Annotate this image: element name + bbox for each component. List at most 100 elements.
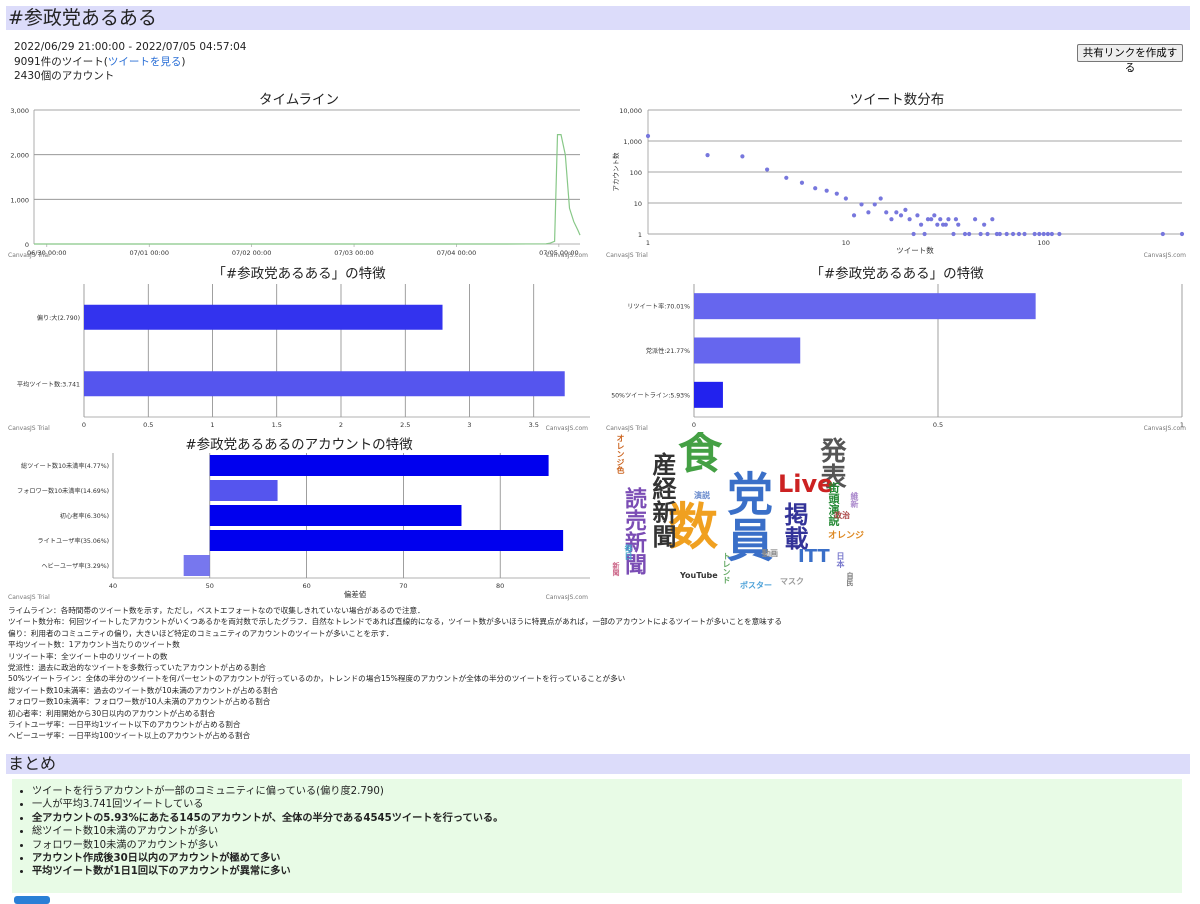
summary-item: 総ツイート数10未満のアカウントが多い [32,825,1182,838]
x-tick-label: 07/01 00:00 [129,249,169,257]
data-point [922,231,927,237]
features2-svg: 0 0.5 1リツイート率:70.01%党派性:21.77%50%ツイートライン:5… [611,284,1184,429]
description-line: 50%ツイートライン：全体の半分のツイートを何パーセントのアカウントが行っている… [8,674,626,684]
category-label: ライトユーザ率(35.06%) [37,537,109,545]
category-label: 平均ツイート数:3.741 [17,380,80,388]
data-point [894,210,899,215]
data-point [834,191,839,196]
description-line: ライトユーザ率：一日平均1ツイート以下のアカウントが占める割合 [8,720,241,730]
bar [209,530,564,551]
description-line: ライムライン：各時間帯のツイート数を示す，ただし，ベストエフォートなので収集しき… [8,606,425,615]
x-tick-label: 0.5 [933,421,943,429]
chart-descriptions: ライムライン：各時間帯のツイート数を示す，ただし，ベストエフォートなので収集しき… [8,605,1108,742]
data-point [915,213,920,218]
x-tick-label: 10 [842,239,850,247]
data-point [884,210,889,215]
x-tick-label: 07/04 00:00 [437,249,477,257]
data-point [953,217,959,222]
data-point [918,222,924,227]
word-cloud-word: 日本 [836,552,845,568]
x-tick-label: 2.5 [400,421,410,429]
data-point [932,213,937,218]
x-tick-label: 2 [339,421,343,429]
bar [694,381,723,408]
x-tick-label: 3 [467,421,471,429]
brand-label: CanvasJS.com [1143,252,1186,259]
word-cloud-word: 毎日 [624,544,633,560]
data-point [705,153,710,158]
data-point [1160,231,1165,237]
summary-item: 全アカウントの5.93%にあたる145のアカウントが、全体の半分である4545ツ… [32,812,1182,825]
account-count: 2430個のアカウント [14,70,115,82]
x-tick-label: 60 [302,582,310,590]
word-cloud-word: Live [778,470,834,498]
data-point [907,217,912,222]
x-tick-label: 50 [206,582,214,590]
summary-box: ツイートを行うアカウントが一部のコミュニティに偏っている(偏り度2.790)一人… [12,779,1182,893]
create-share-link-button[interactable]: 共有リンクを作成する [1077,44,1183,74]
x-tick-label: 0 [692,421,696,429]
brand-label: CanvasJS.com [1143,425,1186,432]
x-tick-label: 80 [496,582,504,590]
data-point [990,217,995,222]
description-line: 偏り：利用者のコミュニティの偏り，大きいほど特定のコミュニティのアカウントのツイ… [8,628,394,638]
meta-info: 2022/06/29 21:00:00 - 2022/07/05 04:57:0… [14,40,247,84]
word-cloud-word: 動画 [762,549,778,558]
x-tick-label: 07/03 00:00 [334,249,374,257]
word-cloud-word: 演説 [694,491,710,500]
category-label: フォロワー数10未満率(14.69%) [17,487,109,495]
data-point [982,222,987,227]
summary-item: アカウント作成後30日以内のアカウントが極めて多い [32,852,1182,865]
word-cloud-word: オレンジ色 [616,434,625,474]
trial-label: CanvasJS Trial [8,594,50,601]
summary-list: ツイートを行うアカウントが一部のコミュニティに偏っている(偏り度2.790)一人… [12,785,1182,879]
y-tick-label: 1 [638,231,642,239]
y-tick-label: 1,000 [623,138,642,146]
description-line: 総ツイート数10未満率：過去のツイート数が10未満のアカウントが占める割合 [8,685,278,695]
description-line: 党派性：過去に政治的なツイートを多数行っていたアカウントが占める割合 [8,663,266,673]
data-point [1057,231,1062,237]
tweet-count: 9091件のツイート(ツイートを見る) [14,55,247,70]
trial-label: CanvasJS Trial [606,252,648,259]
word-cloud-word: 読売新聞 [621,487,646,575]
y-tick-label: 10 [634,200,642,208]
accounts-svg: 405060708090総ツイート数10未満率(4.77%)フォロワー数10未満… [17,453,590,599]
x-tick-label: 07/02 00:00 [232,249,272,257]
word-cloud-word: ITT [798,546,830,567]
data-point [878,196,883,201]
brand-label: CanvasJS.com [545,252,588,259]
trial-label: CanvasJS Trial [8,252,50,259]
word-cloud-word: トレンド [722,552,731,584]
data-point [1022,231,1027,237]
category-label: 50%ツイートライン:5.93% [611,392,690,399]
y-tick-label: 3,000 [10,107,29,115]
x-tick-label: 40 [109,582,117,590]
x-tick-label: 1.5 [272,421,282,429]
bar [183,555,210,576]
summary-item: 一人が平均3.741回ツイートしている [32,798,1182,811]
word-cloud-word: 新聞 [612,562,620,576]
description-line: 平均ツイート数：1アカウント当たりのツイート数 [8,640,180,650]
timeline-svg: 01,0002,0003,00006/30 00:00 07/01 00:00 07… [10,107,581,257]
word-cloud-word: 食 [678,432,722,479]
view-tweets-link[interactable]: ツイートを見る [108,56,182,68]
data-point [1016,231,1022,237]
data-point [911,231,916,237]
summary-heading: まとめ [6,754,1190,774]
y-tick-label: 0 [25,241,29,249]
date-range: 2022/06/29 21:00:00 - 2022/07/05 04:57:0… [14,41,247,53]
description-line: フォロワー数10未満率：フォロワー数が10人未満のアカウントが占める割合 [8,697,271,707]
data-point [1045,231,1050,237]
data-point [1041,231,1046,237]
x-tick-label: 3.5 [529,421,539,429]
distribution-svg: 1 10 100 1,000 10,000 1 10 100 ツイート数 アカウント数 [611,107,1185,255]
y-tick-label: 10,000 [619,107,642,115]
x-tick-label: 0 [82,421,86,429]
word-cloud-word: 掲載 [780,502,808,550]
data-point [997,231,1002,237]
features-chart-1: 「#参政党あるある」の特徴 00.511.522.533.54偏り:大(2.79… [8,262,590,434]
account-features-chart: #参政党あるあるのアカウントの特徴 405060708090総ツイート数10未満… [8,433,590,603]
data-point [889,217,894,222]
bottom-button[interactable] [14,896,50,904]
category-label: ヘビーユーザ率(3.29%) [41,562,109,570]
